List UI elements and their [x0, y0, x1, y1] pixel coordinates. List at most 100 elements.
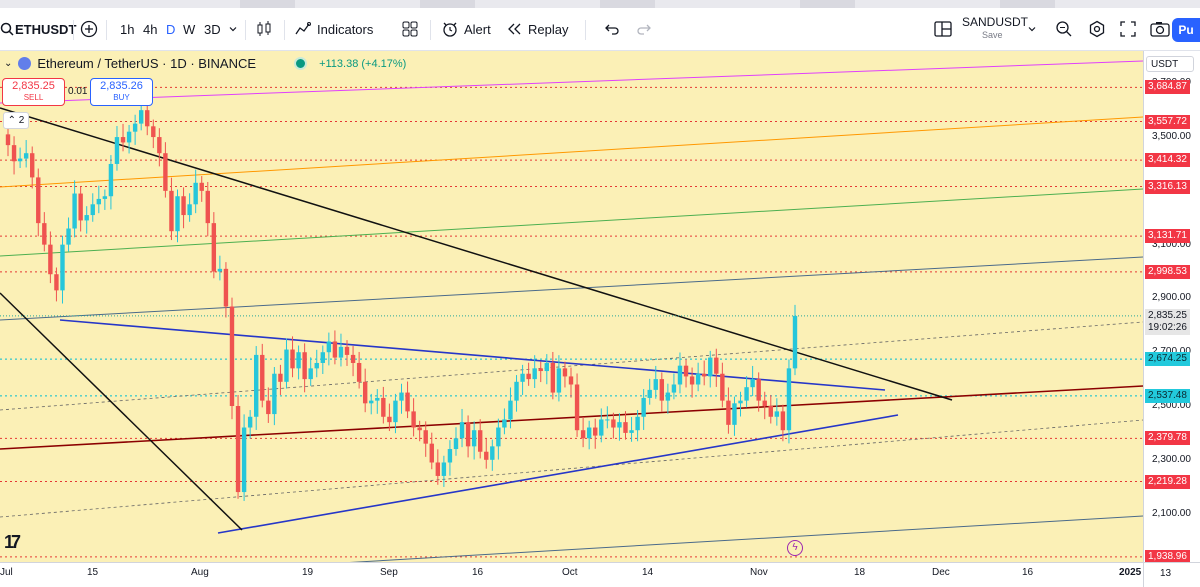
- candle: [744, 387, 749, 401]
- templates-button[interactable]: [402, 8, 418, 50]
- publish-button[interactable]: Pu: [1172, 18, 1200, 42]
- candle: [580, 430, 586, 439]
- level-price-label: 2,219.28: [1145, 474, 1190, 489]
- indicators-button[interactable]: Indicators: [294, 8, 373, 50]
- browser-tab[interactable]: [420, 0, 475, 8]
- layout-dropdown[interactable]: [1027, 8, 1037, 50]
- layout-button[interactable]: [934, 8, 952, 50]
- symbol-label: ETHUSDT: [15, 21, 77, 37]
- interval-1h[interactable]: 1h: [120, 8, 134, 50]
- candle: [732, 403, 737, 425]
- candle: [138, 110, 144, 124]
- symbol-search[interactable]: ETHUSDT: [0, 8, 76, 50]
- buy-button[interactable]: 2,835.26 BUY: [90, 78, 153, 106]
- interval-w[interactable]: W: [183, 8, 195, 50]
- indicators-label: Indicators: [317, 21, 374, 37]
- time-tick: 14: [642, 567, 654, 578]
- level-price-label: 3,684.87: [1145, 80, 1190, 95]
- layout-icon: [934, 21, 952, 37]
- candle: [193, 182, 198, 205]
- candle: [629, 430, 634, 433]
- level-price-label: 2,674.25: [1145, 352, 1190, 367]
- candle: [78, 193, 83, 221]
- legend-collapse-chevron[interactable]: ⌄: [4, 58, 12, 69]
- time-tick: Jul: [0, 567, 13, 578]
- price-chart[interactable]: [0, 51, 1143, 562]
- redo-button[interactable]: [636, 8, 652, 50]
- alert-button[interactable]: Alert: [441, 8, 491, 50]
- time-axis-label: 13: [1160, 568, 1172, 579]
- candle: [496, 427, 501, 447]
- candle: [102, 196, 108, 199]
- fullscreen-button[interactable]: [1119, 8, 1137, 50]
- candle: [780, 411, 786, 431]
- candle: [683, 365, 689, 377]
- replay-button[interactable]: Replay: [507, 8, 568, 50]
- candle: [671, 384, 677, 393]
- candle: [544, 362, 549, 372]
- bar-countdown: 19:02:26: [1148, 321, 1187, 333]
- candle: [641, 397, 646, 417]
- current-price: 2,835.25: [1148, 309, 1187, 321]
- interval-dropdown[interactable]: [228, 8, 238, 50]
- candle: [36, 177, 41, 224]
- candle: [750, 379, 755, 388]
- candle: [792, 315, 798, 369]
- browser-tab[interactable]: [600, 0, 655, 8]
- alarm-clock-icon: [443, 22, 457, 37]
- candle: [574, 384, 580, 431]
- interval-label: W: [183, 21, 196, 37]
- browser-tab[interactable]: [240, 0, 295, 8]
- sell-button[interactable]: 2,835.25 SELL: [2, 78, 65, 106]
- chevron-up-icon: ⌃: [7, 115, 17, 126]
- chart-type-button[interactable]: [256, 8, 272, 50]
- snapshot-button[interactable]: [1150, 8, 1170, 50]
- browser-tab[interactable]: [1000, 0, 1055, 8]
- compare-button[interactable]: [80, 8, 98, 50]
- time-tick: Dec: [932, 567, 950, 578]
- publish-label: Pu: [1178, 23, 1194, 37]
- candle: [471, 430, 477, 447]
- browser-tab[interactable]: [800, 0, 855, 8]
- candles-icon: [257, 21, 271, 36]
- candle: [241, 427, 247, 493]
- market-open-icon: [294, 57, 308, 70]
- save-status: Save: [982, 30, 1003, 40]
- lightning-icon[interactable]: ϟ: [787, 540, 803, 556]
- candle: [96, 198, 102, 205]
- interval-3d[interactable]: 3D: [204, 8, 221, 50]
- axis-corner[interactable]: 13: [1143, 562, 1200, 587]
- candle: [599, 419, 604, 436]
- currency-selector[interactable]: USDT ⌄: [1146, 56, 1194, 86]
- candle: [538, 368, 543, 372]
- redo-icon: [637, 24, 651, 35]
- quick-search-button[interactable]: [1055, 8, 1073, 50]
- candle: [689, 376, 695, 385]
- candle: [175, 196, 180, 232]
- interval-d[interactable]: D: [166, 8, 175, 50]
- candle: [562, 368, 568, 377]
- candle: [229, 306, 235, 407]
- candle: [556, 368, 562, 393]
- candle: [490, 446, 495, 460]
- trendline-slate-upper: [0, 256, 1143, 321]
- tradingview-logo[interactable]: 17: [4, 532, 21, 553]
- candle: [30, 153, 35, 178]
- indicator-collapse-button[interactable]: ⌃ 2: [3, 112, 29, 129]
- candle: [266, 400, 271, 415]
- candle: [387, 416, 392, 423]
- level-price-label: 3,414.32: [1145, 153, 1190, 168]
- add-symbol-icon: [80, 20, 98, 38]
- current-price-label: 2,835.25 19:02:26: [1145, 308, 1190, 335]
- settings-button[interactable]: [1088, 8, 1106, 50]
- candle: [235, 406, 241, 493]
- level-price-label: 3,557.72: [1145, 114, 1190, 129]
- candle: [362, 381, 368, 404]
- undo-button[interactable]: [604, 8, 620, 50]
- candle: [520, 373, 525, 382]
- candle: [508, 400, 513, 420]
- undo-icon: [605, 24, 619, 35]
- candle: [714, 357, 719, 374]
- layout-name-button[interactable]: SANDUSDT Save: [962, 8, 1028, 50]
- interval-4h[interactable]: 4h: [143, 8, 157, 50]
